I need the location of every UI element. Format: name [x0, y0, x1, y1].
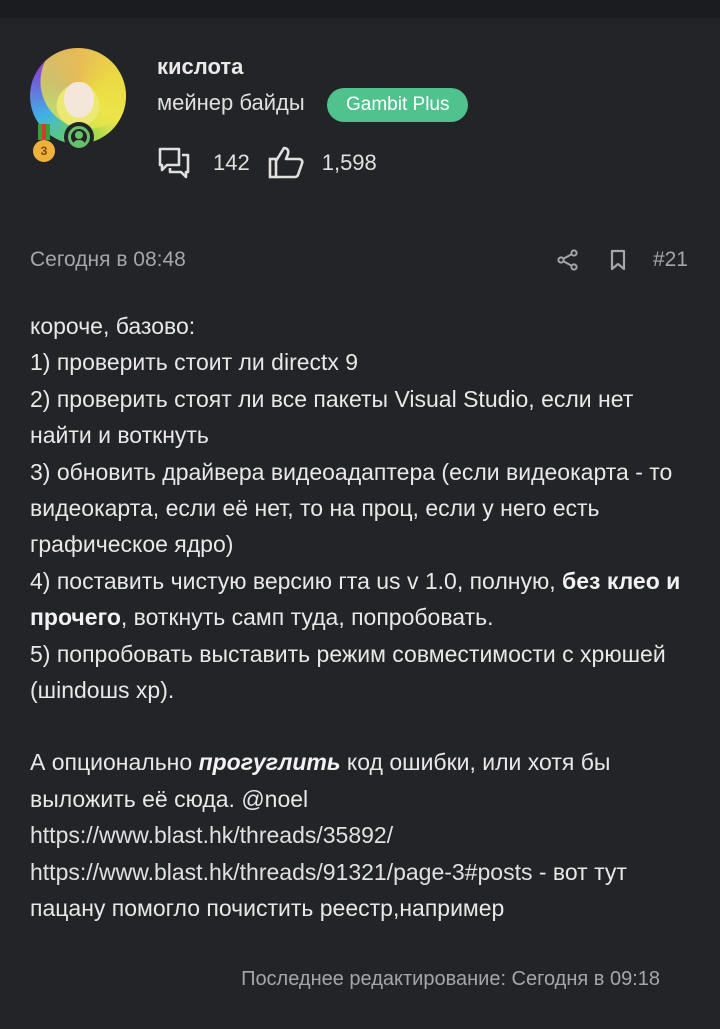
- user-mention[interactable]: @noel: [241, 786, 308, 812]
- post-line: 3) обновить драйвера видеоадаптера (если…: [30, 458, 673, 558]
- post-number[interactable]: #21: [653, 248, 688, 272]
- online-status-icon: [64, 122, 94, 152]
- post-text: 4) поставить чистую версию гта us v 1.0,…: [30, 567, 562, 594]
- avatar-face: [64, 82, 94, 118]
- post-line: 5) попробовать выставить режим совместим…: [30, 640, 666, 704]
- bookmark-icon[interactable]: [609, 249, 627, 271]
- comments-icon: [158, 147, 190, 179]
- thread-link[interactable]: https://www.blast.hk/threads/35892/: [30, 822, 393, 848]
- messages-count: 142: [213, 150, 250, 175]
- post-line: https://www.blast.hk/threads/91321/page-…: [30, 854, 695, 927]
- user-stats: 142 1,598: [157, 143, 377, 183]
- medal-level: 3: [33, 140, 55, 162]
- post-line: 2) проверить стоят ли все пакеты Visual …: [30, 385, 634, 449]
- top-bar: [0, 0, 720, 18]
- post-actions: #21: [557, 248, 688, 272]
- post-line: https://www.blast.hk/threads/35892/: [30, 817, 695, 853]
- reactions-count: 1,598: [321, 150, 377, 175]
- post-date[interactable]: Сегодня в 08:48: [30, 248, 186, 272]
- user-title: мейнер байды: [157, 90, 305, 115]
- bold-italic-text: прогуглить: [198, 749, 341, 776]
- share-icon[interactable]: [557, 249, 579, 271]
- medal-ribbon: [38, 124, 50, 140]
- gambit-plus-badge[interactable]: Gambit Plus: [327, 88, 469, 122]
- thread-link[interactable]: https://www.blast.hk/threads/91321/page-…: [30, 859, 532, 885]
- last-edited: Последнее редактирование: Сегодня в 09:1…: [241, 968, 660, 990]
- like-icon: [268, 146, 304, 179]
- post-line: 1) проверить стоит ли directx 9: [30, 349, 359, 376]
- post-line: 4) поставить чистую версию гта us v 1.0,…: [30, 563, 695, 636]
- username[interactable]: кислота: [157, 54, 243, 80]
- post-text: А опционально: [30, 749, 199, 776]
- post-line: А опционально прогуглить код ошибки, или…: [30, 744, 695, 817]
- medal-icon[interactable]: 3: [33, 124, 55, 164]
- post-body: короче, базово: 1) проверить стоит ли di…: [30, 308, 695, 927]
- post-line: короче, базово:: [30, 313, 196, 339]
- online-status-ring: [68, 126, 90, 148]
- post-text: , воткнуть самп туда, попробовать.: [120, 604, 494, 631]
